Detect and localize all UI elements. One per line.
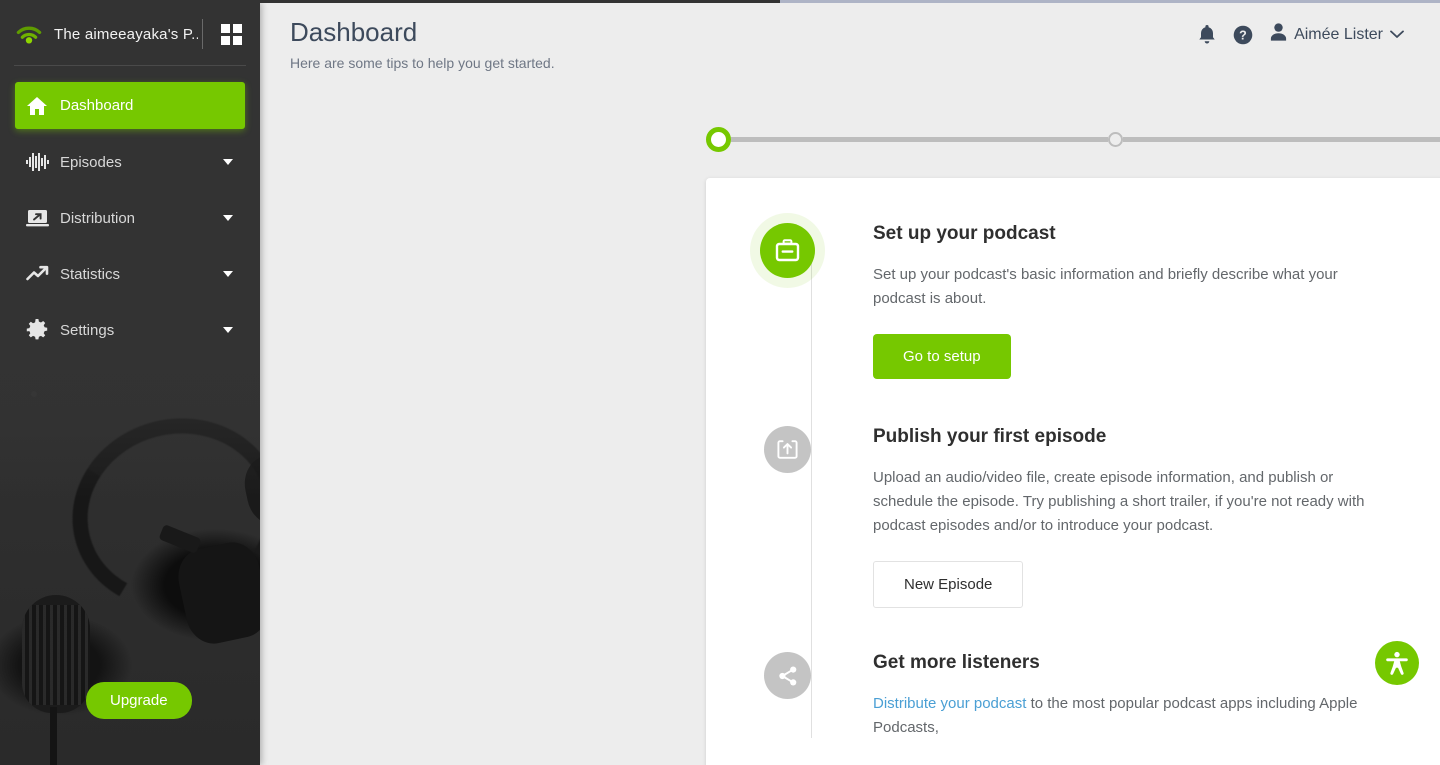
sidebar-item-distribution[interactable]: Distribution — [15, 196, 245, 240]
chevron-down-icon[interactable] — [223, 159, 233, 165]
user-menu[interactable]: Aimée Lister — [1270, 23, 1404, 46]
bell-icon[interactable] — [1198, 25, 1216, 45]
page-header: Dashboard Here are some tips to help you… — [260, 3, 1440, 91]
sidebar-item-statistics[interactable]: Statistics — [15, 252, 245, 296]
share-icon — [764, 652, 811, 699]
step-body: Publish your first episode Upload an aud… — [873, 426, 1440, 608]
sidebar-header-divider — [202, 19, 203, 49]
stepper-line-1 — [731, 137, 1108, 142]
step-description: Upload an audio/video file, create episo… — [873, 466, 1383, 538]
top-edge-strip-dark — [0, 0, 780, 3]
onboarding-step-listeners: Get more listeners Distribute your podca… — [706, 652, 1440, 740]
svg-text:?: ? — [1239, 28, 1247, 42]
grid-apps-icon[interactable] — [221, 24, 242, 45]
onboarding-stepper — [706, 128, 1440, 150]
waveform-icon — [26, 152, 60, 172]
upgrade-button[interactable]: Upgrade — [86, 682, 192, 719]
step-heading: Set up your podcast — [873, 223, 1440, 245]
step-description: Distribute your podcast to the most popu… — [873, 692, 1383, 740]
briefcase-icon — [760, 223, 815, 278]
person-icon — [1270, 23, 1287, 46]
accessibility-button[interactable] — [1375, 641, 1419, 685]
sidebar-item-dashboard[interactable]: Dashboard — [15, 82, 245, 129]
stepper-dot-2[interactable] — [1108, 132, 1123, 147]
upload-box-icon — [764, 426, 811, 473]
onboarding-step-publish: Publish your first episode Upload an aud… — [706, 426, 1440, 608]
sidebar-item-label: Episodes — [60, 154, 223, 171]
chevron-down-icon[interactable] — [223, 215, 233, 221]
sidebar: The aimeeayaka's P... Dashboard — [0, 3, 260, 765]
chevron-down-icon[interactable] — [223, 327, 233, 333]
gear-icon — [26, 319, 60, 341]
home-icon — [26, 96, 60, 116]
chevron-down-icon — [1390, 26, 1404, 44]
sidebar-brand-title: The aimeeayaka's P... — [54, 26, 198, 43]
step-heading: Get more listeners — [873, 652, 1440, 674]
sidebar-item-label: Distribution — [60, 210, 223, 227]
sidebar-item-settings[interactable]: Settings — [15, 308, 245, 352]
step-heading: Publish your first episode — [873, 426, 1440, 448]
step-body: Set up your podcast Set up your podcast'… — [873, 223, 1440, 379]
app-root: The aimeeayaka's P... Dashboard — [0, 0, 1440, 765]
onboarding-step-setup: Set up your podcast Set up your podcast'… — [706, 223, 1440, 379]
onboarding-timeline: Set up your podcast Set up your podcast'… — [706, 178, 1440, 740]
step-description: Set up your podcast's basic information … — [873, 263, 1383, 311]
sidebar-header: The aimeeayaka's P... — [0, 3, 260, 65]
question-circle-icon[interactable]: ? — [1233, 25, 1253, 45]
broadcast-signal-icon — [14, 21, 44, 47]
sidebar-divider — [14, 65, 246, 66]
header-actions: ? Aimée Lister — [1198, 23, 1404, 46]
stepper-line-2 — [1123, 137, 1440, 142]
sidebar-nav: Dashboard Episodes — [0, 82, 260, 352]
distribute-podcast-link[interactable]: Distribute your podcast — [873, 695, 1026, 712]
sidebar-item-label: Settings — [60, 322, 223, 339]
page-subtitle: Here are some tips to help you get start… — [290, 55, 1440, 71]
sidebar-item-episodes[interactable]: Episodes — [15, 140, 245, 184]
trend-up-icon — [26, 264, 60, 284]
share-screen-icon — [26, 208, 60, 228]
new-episode-button[interactable]: New Episode — [873, 561, 1023, 608]
top-edge-strip — [0, 0, 1440, 3]
stepper-dot-1[interactable] — [706, 127, 731, 152]
chevron-down-icon[interactable] — [223, 271, 233, 277]
sidebar-item-label: Dashboard — [60, 97, 245, 114]
sidebar-item-label: Statistics — [60, 266, 223, 283]
step-body: Get more listeners Distribute your podca… — [873, 652, 1440, 740]
go-to-setup-button[interactable]: Go to setup — [873, 334, 1011, 379]
user-name: Aimée Lister — [1294, 26, 1383, 44]
main-content: Dashboard Here are some tips to help you… — [260, 3, 1440, 765]
onboarding-card: Set up your podcast Set up your podcast'… — [706, 178, 1440, 765]
